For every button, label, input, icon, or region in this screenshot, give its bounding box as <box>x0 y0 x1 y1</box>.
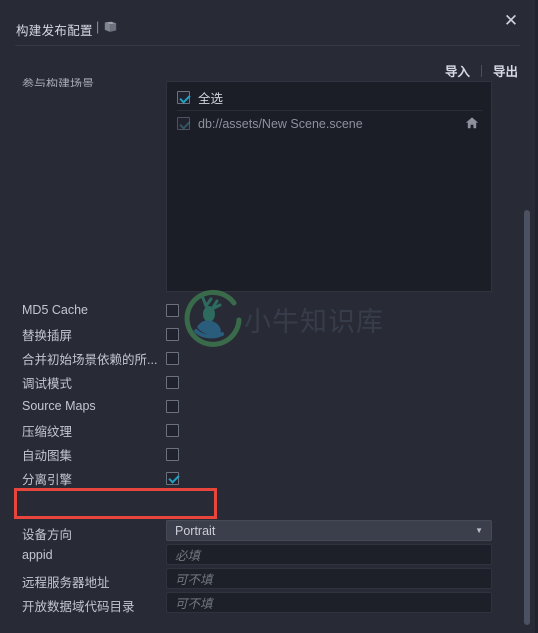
scene-list-panel: 全选 db://assets/New Scene.scene <box>166 81 492 292</box>
chevron-down-icon[interactable]: ▼ <box>475 526 483 535</box>
option-row-merge-scene-deps[interactable]: 合并初始场景依赖的所... <box>0 346 538 370</box>
home-icon[interactable] <box>465 116 479 130</box>
separate-engine-checkbox[interactable] <box>166 471 179 485</box>
field-label: 开放数据域代码目录 <box>22 600 135 614</box>
option-checkbox-wrap[interactable] <box>166 399 179 413</box>
source-maps-checkbox[interactable] <box>166 399 179 413</box>
option-checkbox-wrap[interactable] <box>166 327 179 341</box>
option-checkbox-wrap[interactable] <box>166 375 179 389</box>
options-list: MD5 Cache 替换插屏 合并初始场景依赖的所... 调试模式 Source <box>0 298 538 490</box>
scrollbar-thumb[interactable] <box>524 210 530 625</box>
import-button[interactable]: 导入 <box>443 60 472 81</box>
select-all-checkbox[interactable] <box>177 91 190 104</box>
auto-atlas-checkbox[interactable] <box>166 447 179 461</box>
replace-splash-checkbox[interactable] <box>166 327 179 341</box>
scene-item-checkbox[interactable] <box>177 117 190 130</box>
option-label: 压缩纹理 <box>22 424 73 439</box>
option-checkbox-wrap[interactable] <box>166 303 179 317</box>
field-label: appid <box>22 548 53 562</box>
debug-mode-checkbox[interactable] <box>166 375 179 389</box>
book-icon[interactable] <box>104 21 117 33</box>
option-checkbox-wrap[interactable] <box>166 447 179 461</box>
option-row-separate-engine[interactable]: 分离引擎 <box>0 466 538 490</box>
select-value: Portrait <box>175 523 216 538</box>
option-row-source-maps[interactable]: Source Maps <box>0 394 538 418</box>
titlebar: 构建发布配置 | ✕ <box>0 0 538 45</box>
option-label: 调试模式 <box>22 376 73 391</box>
fields-list: 设备方向 Portrait ▼ appid 必填 远程服务器地址 可不填 开放数… <box>0 519 538 615</box>
option-label: 替换插屏 <box>22 328 73 343</box>
merge-scene-deps-checkbox[interactable] <box>166 351 179 365</box>
close-icon[interactable]: ✕ <box>498 7 524 33</box>
option-row-md5-cache[interactable]: MD5 Cache <box>0 298 538 322</box>
option-checkbox-wrap[interactable] <box>166 471 179 485</box>
option-label: 分离引擎 <box>22 472 73 487</box>
export-button[interactable]: 导出 <box>491 60 520 81</box>
option-checkbox-wrap[interactable] <box>166 423 179 437</box>
option-row-auto-atlas[interactable]: 自动图集 <box>0 442 538 466</box>
input-placeholder: 必填 <box>175 549 201 563</box>
option-label: Source Maps <box>22 399 96 413</box>
input-placeholder: 可不填 <box>175 597 213 611</box>
title-separator: | <box>96 20 100 34</box>
remote-server-url-input[interactable]: 可不填 <box>166 568 492 589</box>
device-orientation-select[interactable]: Portrait ▼ <box>166 520 492 541</box>
scene-row-item[interactable]: db://assets/New Scene.scene <box>167 112 491 135</box>
import-export-bar: 导入 导出 <box>443 60 520 81</box>
field-row-device-orientation: 设备方向 Portrait ▼ <box>0 519 538 543</box>
field-label: 远程服务器地址 <box>22 576 110 590</box>
option-row-compress-texture[interactable]: 压缩纹理 <box>0 418 538 442</box>
field-row-remote-server-url: 远程服务器地址 可不填 <box>0 567 538 591</box>
option-label: MD5 Cache <box>22 303 88 317</box>
option-checkbox-wrap[interactable] <box>166 351 179 365</box>
field-row-appid: appid 必填 <box>0 543 538 567</box>
build-publish-config-dialog: 构建发布配置 | ✕ 导入 导出 参与构建场景 全选 db://assets/N… <box>0 0 538 633</box>
compress-texture-checkbox[interactable] <box>166 423 179 437</box>
option-label: 自动图集 <box>22 448 73 463</box>
page-title: 构建发布配置 <box>16 24 93 38</box>
highlight-box <box>14 488 217 519</box>
option-row-replace-splash[interactable]: 替换插屏 <box>0 322 538 346</box>
build-scenes-label: 参与构建场景 <box>22 78 95 87</box>
field-label: 设备方向 <box>22 528 73 542</box>
scene-row-label: 全选 <box>198 92 224 106</box>
md5-cache-checkbox[interactable] <box>166 303 179 317</box>
scene-list-divider <box>177 110 482 111</box>
scene-row-label: db://assets/New Scene.scene <box>198 116 363 131</box>
field-row-open-data-context-dir: 开放数据域代码目录 可不填 <box>0 591 538 615</box>
option-row-debug-mode[interactable]: 调试模式 <box>0 370 538 394</box>
header-divider <box>15 45 520 46</box>
io-divider <box>480 64 482 77</box>
scene-row-select-all[interactable]: 全选 <box>167 86 491 109</box>
appid-input[interactable]: 必填 <box>166 544 492 565</box>
option-label: 合并初始场景依赖的所... <box>22 352 158 367</box>
input-placeholder: 可不填 <box>175 573 213 587</box>
open-data-context-dir-input[interactable]: 可不填 <box>166 592 492 613</box>
